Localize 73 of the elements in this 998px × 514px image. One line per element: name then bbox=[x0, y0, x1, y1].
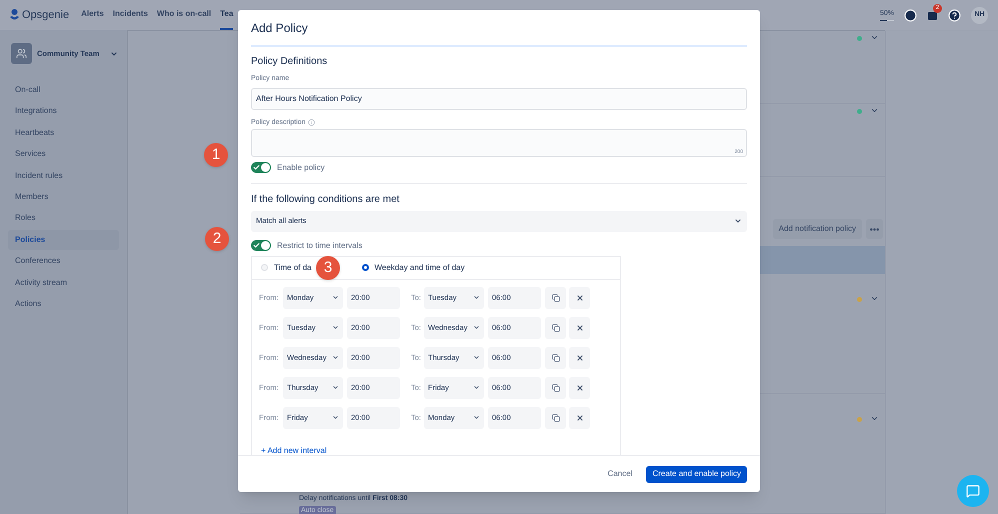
sidebar-item[interactable]: Integrations bbox=[8, 101, 119, 122]
chevron-icon[interactable] bbox=[870, 33, 879, 42]
add-notification-policy-button[interactable]: Add notification policy bbox=[772, 219, 862, 239]
cancel-button[interactable]: Cancel bbox=[602, 466, 638, 482]
chat-icon bbox=[966, 484, 980, 498]
chevron-icon bbox=[473, 294, 480, 301]
copy-icon bbox=[552, 354, 560, 362]
sidebar-item[interactable]: Actions bbox=[8, 294, 119, 314]
dialog-title: Add Policy bbox=[251, 20, 308, 36]
sidebar-item[interactable]: Heartbeats bbox=[8, 122, 119, 143]
chevron-icon[interactable] bbox=[870, 294, 879, 303]
copy-button[interactable] bbox=[545, 406, 566, 428]
interval-mode-radio[interactable]: Weekday and time of day bbox=[362, 262, 465, 274]
caret-icon[interactable] bbox=[110, 50, 118, 58]
nav-tab[interactable]: Alerts bbox=[81, 0, 104, 30]
remove-button[interactable] bbox=[569, 316, 590, 338]
sidebar-item[interactable]: Members bbox=[8, 186, 119, 207]
team-avatar bbox=[11, 43, 32, 64]
sidebar-item[interactable]: Services bbox=[8, 144, 119, 164]
copy-button[interactable] bbox=[545, 376, 566, 398]
more-button[interactable] bbox=[866, 219, 883, 239]
policy-name-field[interactable]: After Hours Notification Policy bbox=[251, 88, 747, 110]
copy-icon bbox=[552, 384, 560, 392]
copy-icon bbox=[552, 324, 560, 332]
add-interval-link[interactable]: + Add new interval bbox=[261, 446, 327, 454]
interval-mode-radio[interactable]: Time of da bbox=[261, 262, 312, 274]
close-icon bbox=[576, 324, 584, 332]
toggle-switch[interactable] bbox=[251, 162, 271, 173]
app-logo[interactable]: Opsgenie bbox=[22, 6, 70, 24]
logo-icon bbox=[10, 9, 19, 21]
chevron-icon bbox=[734, 217, 742, 225]
chevron-icon[interactable] bbox=[870, 106, 879, 115]
close-icon bbox=[576, 294, 584, 302]
create-policy-button[interactable]: Create and enable policy bbox=[646, 466, 747, 482]
remove-button[interactable] bbox=[569, 406, 590, 428]
chevron-icon bbox=[473, 414, 480, 421]
toggle-label: Restrict to time intervals bbox=[277, 240, 362, 252]
sidebar-item[interactable]: Roles bbox=[8, 208, 119, 228]
sidebar-item[interactable]: Conferences bbox=[8, 251, 119, 272]
step-marker: 2 bbox=[205, 227, 229, 251]
chevron-icon bbox=[332, 324, 339, 331]
check-icon bbox=[253, 242, 260, 249]
chevron-icon[interactable] bbox=[870, 414, 879, 423]
chevron-icon bbox=[473, 384, 480, 391]
sidebar-item[interactable]: On-call bbox=[8, 80, 119, 100]
check-icon bbox=[253, 164, 260, 171]
chevron-icon bbox=[332, 354, 339, 361]
remove-button[interactable] bbox=[569, 286, 590, 308]
chevron-icon bbox=[332, 294, 339, 301]
chevron-icon bbox=[473, 324, 480, 331]
copy-button[interactable] bbox=[545, 346, 566, 368]
section-heading: Policy Definitions bbox=[251, 55, 328, 68]
sidebar-item[interactable]: Activity stream bbox=[8, 272, 119, 293]
close-icon bbox=[576, 354, 584, 362]
copy-icon bbox=[552, 414, 560, 422]
step-marker: 1 bbox=[204, 143, 228, 167]
copy-button[interactable] bbox=[545, 316, 566, 338]
remove-button[interactable] bbox=[569, 376, 590, 398]
remove-button[interactable] bbox=[569, 346, 590, 368]
close-icon bbox=[576, 384, 584, 392]
section-heading: If the following conditions are met bbox=[251, 192, 400, 206]
copy-button[interactable] bbox=[545, 286, 566, 308]
toggle-switch[interactable] bbox=[251, 240, 271, 251]
chevron-icon bbox=[332, 414, 339, 421]
sidebar-item[interactable]: Incident rules bbox=[8, 166, 119, 186]
chevron-icon bbox=[473, 354, 480, 361]
close-icon bbox=[576, 414, 584, 422]
toggle-label: Enable policy bbox=[277, 162, 325, 174]
nav-tab[interactable]: Incidents bbox=[112, 0, 148, 30]
copy-icon bbox=[552, 294, 560, 302]
nav-tab[interactable]: Who is on-call bbox=[156, 0, 212, 30]
help-icon[interactable] bbox=[948, 8, 961, 22]
chevron-icon bbox=[332, 384, 339, 391]
